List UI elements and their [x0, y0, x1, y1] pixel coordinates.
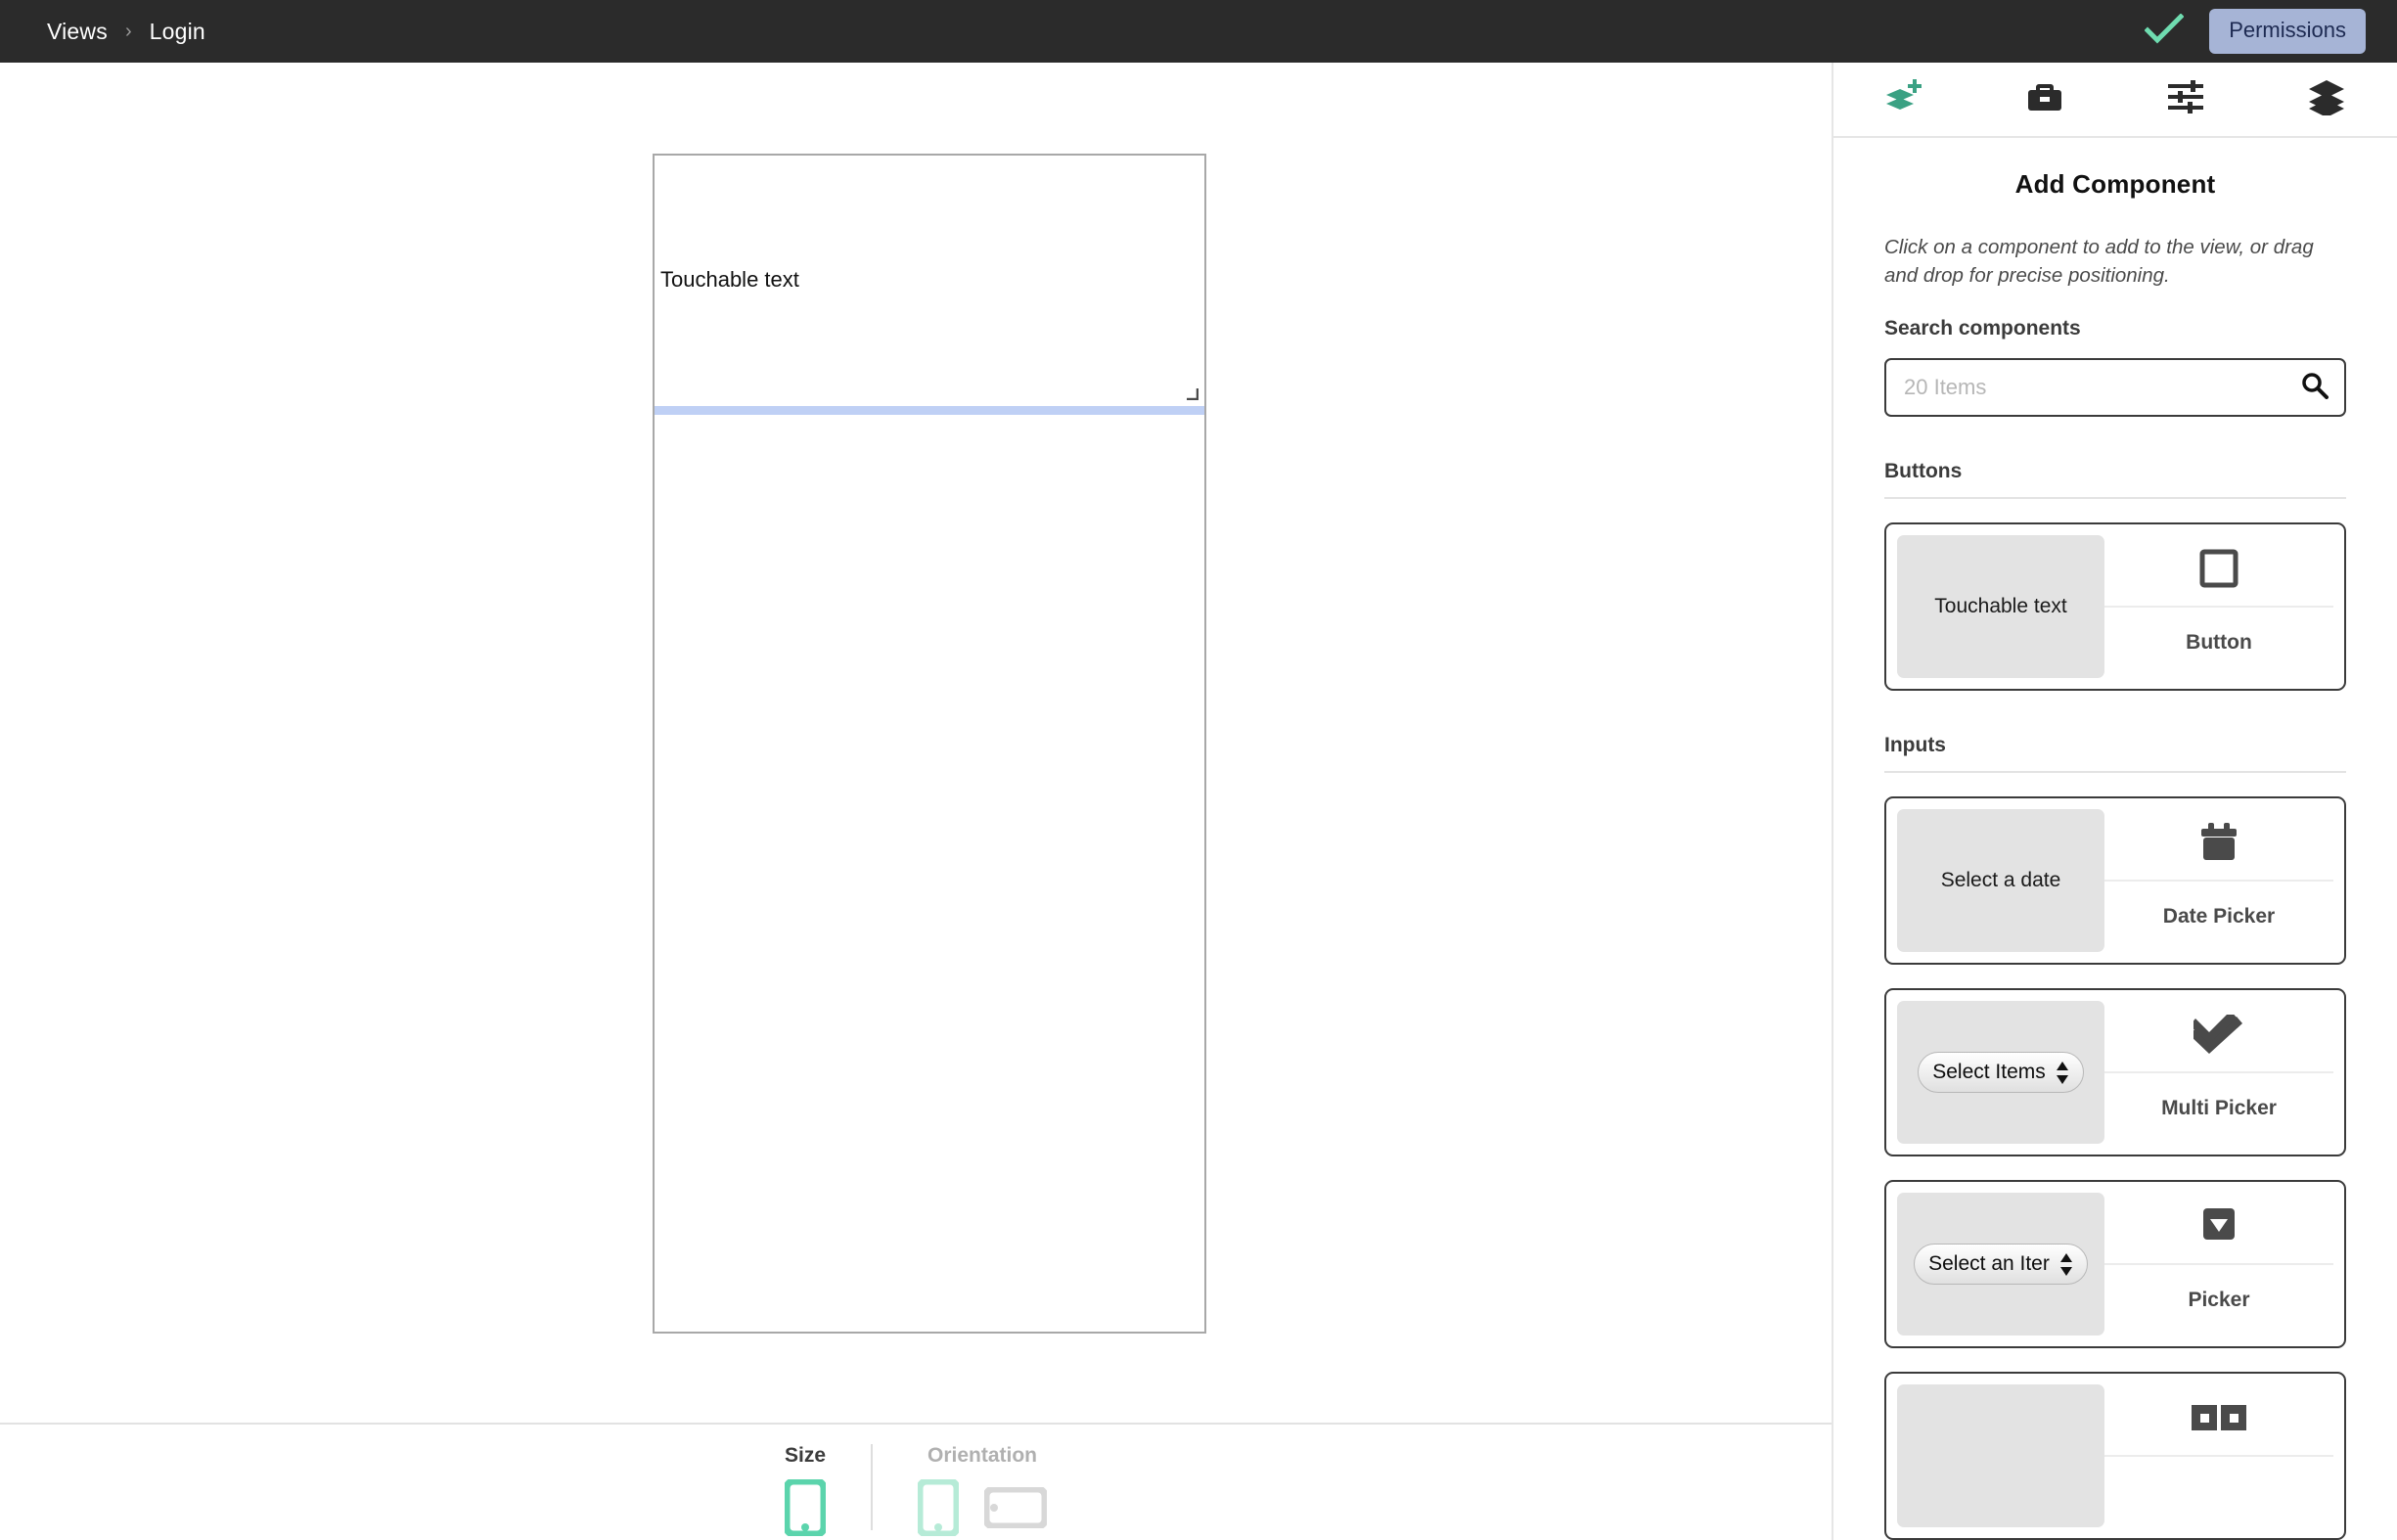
- component-name: Picker: [2188, 1289, 2250, 1312]
- section-title-buttons: Buttons: [1884, 460, 2346, 500]
- component-name: Button: [2186, 631, 2252, 655]
- panel-tab-bar: [1833, 63, 2397, 138]
- app-root: Views › Login Permissions Touchable text: [0, 0, 2397, 1540]
- toolbox-icon: [2026, 80, 2063, 118]
- component-card-radio-group[interactable]: [1884, 1372, 2346, 1540]
- calendar-icon: [2197, 822, 2240, 868]
- select-preview: Select an Iter: [1914, 1244, 2088, 1286]
- section-inputs: Inputs Select a date Date Picker Select …: [1884, 734, 2346, 1540]
- radio-group-icon: [2191, 1404, 2247, 1436]
- canvas-component-label: Touchable text: [660, 267, 799, 292]
- search-label: Search components: [1884, 317, 2081, 340]
- search-input[interactable]: [1904, 375, 2301, 401]
- top-bar-actions: Permissions: [2144, 9, 2366, 54]
- bottom-toolbar: Size Orientation: [0, 1423, 1832, 1540]
- select-preview-label: Select Items: [1932, 1061, 2046, 1084]
- size-label: Size: [784, 1444, 827, 1467]
- breadcrumb-views[interactable]: Views: [47, 19, 108, 45]
- select-preview: Select Items: [1918, 1052, 2084, 1094]
- device-preview-frame[interactable]: Touchable text: [653, 154, 1206, 1334]
- component-preview: [1897, 1384, 2104, 1528]
- dropdown-triangle-icon: [2197, 1205, 2240, 1251]
- component-icon-cell: [2104, 809, 2333, 883]
- design-canvas[interactable]: Touchable text: [0, 63, 1832, 1423]
- component-icon-cell: [2104, 1001, 2333, 1074]
- breadcrumb: Views › Login: [47, 19, 205, 45]
- component-preview: Touchable text: [1897, 535, 2104, 679]
- component-name: Date Picker: [2162, 905, 2276, 929]
- component-card-button[interactable]: Touchable text Button: [1884, 522, 2346, 692]
- component-card-picker[interactable]: Select an Iter Picker: [1884, 1180, 2346, 1349]
- component-icon-cell: [2104, 535, 2333, 609]
- component-preview: Select Items: [1897, 1001, 2104, 1145]
- settings-tab[interactable]: [2115, 63, 2256, 136]
- square-outline-icon: [2198, 548, 2239, 594]
- layers-stack-icon: [2307, 78, 2346, 120]
- orientation-control-group: Orientation: [916, 1444, 1049, 1540]
- breadcrumb-login[interactable]: Login: [150, 19, 205, 45]
- phone-portrait-icon[interactable]: [916, 1477, 961, 1540]
- drop-indicator: [655, 406, 1204, 415]
- add-component-tab[interactable]: [1833, 63, 1974, 136]
- section-buttons: Buttons Touchable text Button: [1884, 460, 2346, 692]
- spinner-arrows-icon: [2056, 1061, 2069, 1084]
- layers-tab[interactable]: [2256, 63, 2397, 136]
- search-field[interactable]: [1884, 358, 2346, 418]
- component-card-multi-picker[interactable]: Select Items Multi Picker: [1884, 988, 2346, 1157]
- check-icon[interactable]: [2144, 12, 2185, 50]
- component-icon-cell: [2104, 1193, 2333, 1266]
- sliders-icon: [2166, 80, 2205, 118]
- search-icon[interactable]: [2301, 372, 2329, 404]
- toolbox-tab[interactable]: [1974, 63, 2115, 136]
- component-preview: Select an Iter: [1897, 1193, 2104, 1336]
- tablet-landscape-icon[interactable]: [982, 1485, 1049, 1533]
- phone-portrait-icon[interactable]: [783, 1477, 828, 1540]
- toolbar-divider: [871, 1444, 874, 1530]
- size-control-group: Size: [783, 1444, 828, 1540]
- layers-plus-icon: [1883, 77, 1924, 121]
- component-preview: Select a date: [1897, 809, 2104, 953]
- permissions-button[interactable]: Permissions: [2209, 9, 2366, 54]
- component-icon-cell: [2104, 1384, 2333, 1458]
- component-card-date-picker[interactable]: Select a date Date Picker: [1884, 796, 2346, 966]
- chevron-right-icon: ›: [124, 20, 132, 42]
- top-bar: Views › Login Permissions: [0, 0, 2397, 63]
- resize-handle-icon[interactable]: [1186, 387, 1199, 401]
- spinner-arrows-icon: [2059, 1252, 2073, 1276]
- panel-hint: Click on a component to add to the view,…: [1884, 236, 2314, 288]
- orientation-label: Orientation: [927, 1444, 1038, 1467]
- right-panel: Add Component Click on a component to ad…: [1832, 63, 2397, 1540]
- panel-title: Add Component: [2014, 169, 2216, 199]
- double-check-icon: [2190, 1010, 2244, 1059]
- canvas-component-touchable[interactable]: Touchable text: [655, 156, 1204, 406]
- select-preview-label: Select an Iter: [1928, 1252, 2050, 1276]
- section-title-inputs: Inputs: [1884, 734, 2346, 774]
- component-name: Multi Picker: [2161, 1097, 2277, 1120]
